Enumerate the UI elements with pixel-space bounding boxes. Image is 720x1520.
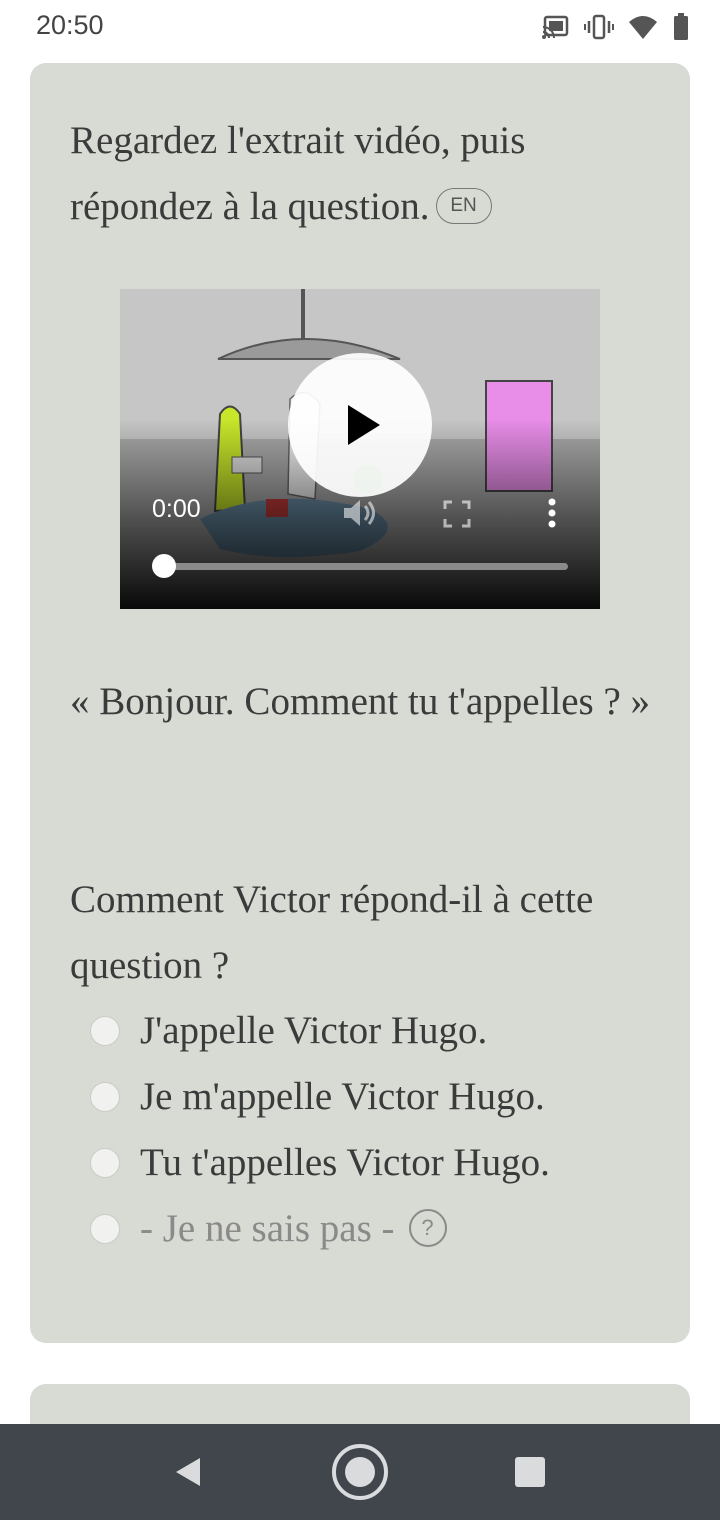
radio-button[interactable] [90, 1016, 120, 1046]
question-card: Regardez l'extrait vidéo, puis répondez … [30, 63, 690, 1343]
fullscreen-icon[interactable] [442, 499, 472, 529]
answer-label[interactable]: J'appelle Victor Hugo. [140, 998, 487, 1064]
seek-bar[interactable] [164, 563, 568, 570]
radio-button[interactable] [90, 1148, 120, 1178]
back-icon[interactable] [170, 1454, 206, 1490]
dialogue-quote: « Bonjour. Comment tu t'appelles ? » [70, 680, 651, 723]
status-icons [540, 12, 690, 42]
battery-icon [672, 12, 690, 42]
play-button[interactable] [288, 353, 432, 497]
answer-label[interactable]: Je m'appelle Victor Hugo. [140, 1064, 545, 1130]
answer-option[interactable]: J'appelle Victor Hugo. [90, 998, 680, 1064]
video-player[interactable]: 0:00 [120, 289, 600, 609]
vibrate-icon [584, 12, 614, 42]
home-icon[interactable] [330, 1442, 390, 1502]
status-time: 20:50 [36, 10, 104, 40]
navigation-bar [0, 1424, 720, 1520]
question-text: Comment Victor répond-il à cette questio… [70, 878, 594, 987]
answer-label[interactable]: Tu t'appelles Victor Hugo. [140, 1130, 550, 1196]
more-options-icon[interactable] [544, 497, 560, 529]
help-icon[interactable]: ? [408, 1209, 447, 1248]
video-time: 0:00 [152, 495, 201, 523]
volume-icon[interactable] [340, 495, 380, 531]
cast-icon [540, 12, 570, 42]
radio-button[interactable] [90, 1214, 120, 1244]
answer-label-dont-know[interactable]: - Je ne sais pas -? [140, 1196, 447, 1262]
play-icon [348, 405, 380, 445]
dont-know-label[interactable]: - Je ne sais pas - [140, 1207, 395, 1250]
answer-option[interactable]: Je m'appelle Victor Hugo. [90, 1064, 680, 1130]
answer-option-dont-know[interactable]: - Je ne sais pas -? [90, 1196, 680, 1262]
recents-icon[interactable] [514, 1456, 546, 1488]
answer-options: J'appelle Victor Hugo. Je m'appelle Vict… [90, 998, 680, 1262]
seek-handle[interactable] [152, 554, 176, 578]
status-bar: 20:50 [0, 0, 720, 54]
radio-button[interactable] [90, 1082, 120, 1112]
translate-en-button[interactable]: EN [435, 188, 492, 225]
instruction-text: Regardez l'extrait vidéo, puis répondez … [70, 108, 660, 240]
answer-option[interactable]: Tu t'appelles Victor Hugo. [90, 1130, 680, 1196]
wifi-icon [628, 12, 658, 42]
